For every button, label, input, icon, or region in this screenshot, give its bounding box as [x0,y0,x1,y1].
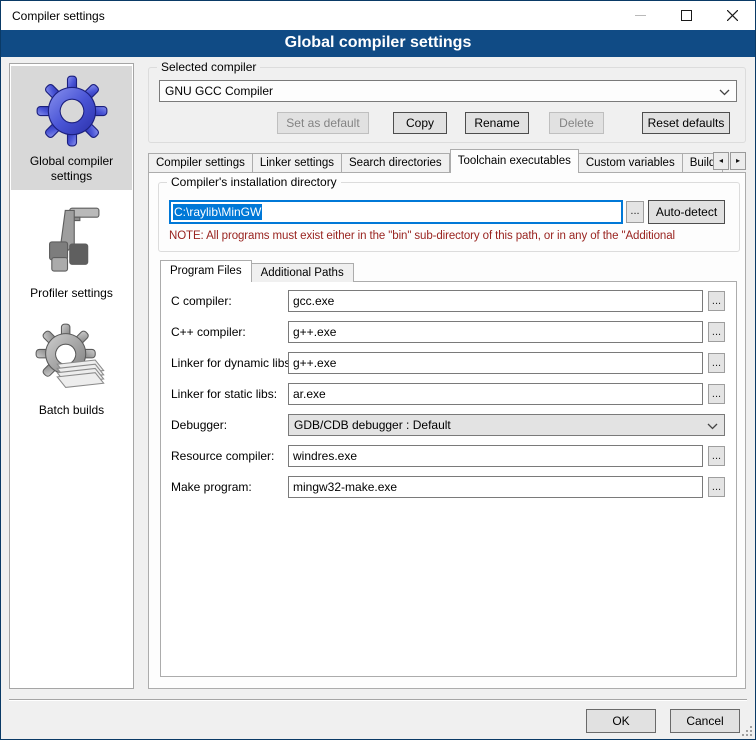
resize-grip[interactable] [742,726,753,737]
tab-compiler-settings[interactable]: Compiler settings [148,153,253,173]
c-compiler-label: C compiler: [171,294,232,308]
cpp-compiler-label: C++ compiler: [171,325,246,339]
install-dir-note: NOTE: All programs must exist either in … [169,230,735,242]
maximize-icon [681,10,692,21]
blue-gear-icon [13,74,130,148]
sidebar-item-batch-builds[interactable]: Batch builds [11,315,132,424]
install-dir-group: Compiler's installation directory C:\ray… [158,182,740,252]
compiler-actions: Set as default Copy Rename Delete Reset … [277,112,730,134]
tab-scroll-right-button[interactable]: ▸ [730,152,746,170]
field-row-c-compiler: C compiler: ... [161,290,736,312]
field-row-resource-compiler: Resource compiler: ... [161,445,736,467]
rename-button[interactable]: Rename [465,112,529,134]
caliper-icon [13,206,130,280]
main-tab-strip: Compiler settings Linker settings Search… [148,149,746,173]
close-icon [727,10,738,21]
field-row-debugger: Debugger: GDB/CDB debugger : Default [161,414,736,436]
tab-custom-variables[interactable]: Custom variables [579,153,683,173]
sidebar-item-label: Global compiler settings [13,154,130,184]
static-linker-label: Linker for static libs: [171,387,277,401]
install-dir-selected-text: C:\raylib\MinGW [173,204,262,220]
sidebar-item-label: Batch builds [13,403,130,418]
resource-compiler-label: Resource compiler: [171,449,274,463]
footer-buttons: OK Cancel [586,709,740,733]
debugger-select[interactable]: GDB/CDB debugger : Default [288,414,725,436]
compiler-settings-dialog: Compiler settings Global compiler settin… [0,0,756,740]
make-program-browse-button[interactable]: ... [708,477,725,497]
copy-button[interactable]: Copy [393,112,447,134]
debugger-label: Debugger: [171,418,227,432]
compiler-select-value: GNU GCC Compiler [165,84,273,98]
c-compiler-browse-button[interactable]: ... [708,291,725,311]
cpp-compiler-input[interactable] [288,321,703,343]
cpp-compiler-browse-button[interactable]: ... [708,322,725,342]
field-row-dynamic-linker: Linker for dynamic libs: ... [161,352,736,374]
install-dir-input[interactable]: C:\raylib\MinGW [169,200,623,224]
resource-compiler-input[interactable] [288,445,703,467]
cancel-button[interactable]: Cancel [670,709,740,733]
toolchain-executables-panel: Compiler's installation directory C:\ray… [148,172,746,689]
static-linker-browse-button[interactable]: ... [708,384,725,404]
field-row-make-program: Make program: ... [161,476,736,498]
selected-compiler-group: Selected compiler GNU GCC Compiler Set a… [148,67,746,143]
window-controls [617,1,755,30]
chevron-down-icon [719,89,730,96]
dialog-body: Global compiler settings [1,57,755,739]
sidebar-item-label: Profiler settings [13,286,130,301]
debugger-select-value: GDB/CDB debugger : Default [294,418,451,432]
tab-scroll-left-button[interactable]: ◂ [713,152,729,170]
sidebar-item-global-compiler-settings[interactable]: Global compiler settings [11,66,132,190]
tab-search-directories[interactable]: Search directories [342,153,450,173]
auto-detect-button[interactable]: Auto-detect [648,200,725,224]
footer-divider [9,699,747,701]
maximize-button[interactable] [663,1,709,30]
c-compiler-input[interactable] [288,290,703,312]
tab-linker-settings[interactable]: Linker settings [253,153,342,173]
window-title: Compiler settings [1,9,105,23]
install-dir-browse-button[interactable]: ... [626,201,644,223]
program-files-panel: C compiler: ... C++ compiler: ... Linker… [160,281,737,677]
minimize-button[interactable] [617,1,663,30]
subtab-program-files[interactable]: Program Files [160,260,252,282]
close-button[interactable] [709,1,755,30]
dynamic-linker-label: Linker for dynamic libs: [171,356,294,370]
gray-gear-stack-icon [13,323,130,397]
dynamic-linker-input[interactable] [288,352,703,374]
delete-button[interactable]: Delete [549,112,604,134]
reset-defaults-button[interactable]: Reset defaults [642,112,730,134]
chevron-down-icon [707,423,718,430]
selected-compiler-group-label: Selected compiler [157,60,260,74]
make-program-label: Make program: [171,480,252,494]
minimize-icon [635,10,646,21]
ok-button[interactable]: OK [586,709,656,733]
tab-scroll-buttons: ◂ ▸ [713,152,746,170]
dynamic-linker-browse-button[interactable]: ... [708,353,725,373]
settings-category-list: Global compiler settings [9,63,134,689]
static-linker-input[interactable] [288,383,703,405]
install-dir-group-label: Compiler's installation directory [167,175,341,189]
subtab-additional-paths[interactable]: Additional Paths [252,263,354,282]
field-row-cpp-compiler: C++ compiler: ... [161,321,736,343]
resource-compiler-browse-button[interactable]: ... [708,446,725,466]
title-bar: Compiler settings [1,1,755,30]
compiler-select[interactable]: GNU GCC Compiler [159,80,737,102]
dialog-banner: Global compiler settings [1,30,755,57]
sidebar-item-profiler-settings[interactable]: Profiler settings [11,198,132,307]
toolchain-subtabs: Program Files Additional Paths [160,260,354,282]
tab-toolchain-executables[interactable]: Toolchain executables [450,149,579,173]
make-program-input[interactable] [288,476,703,498]
set-as-default-button[interactable]: Set as default [277,112,369,134]
field-row-static-linker: Linker for static libs: ... [161,383,736,405]
